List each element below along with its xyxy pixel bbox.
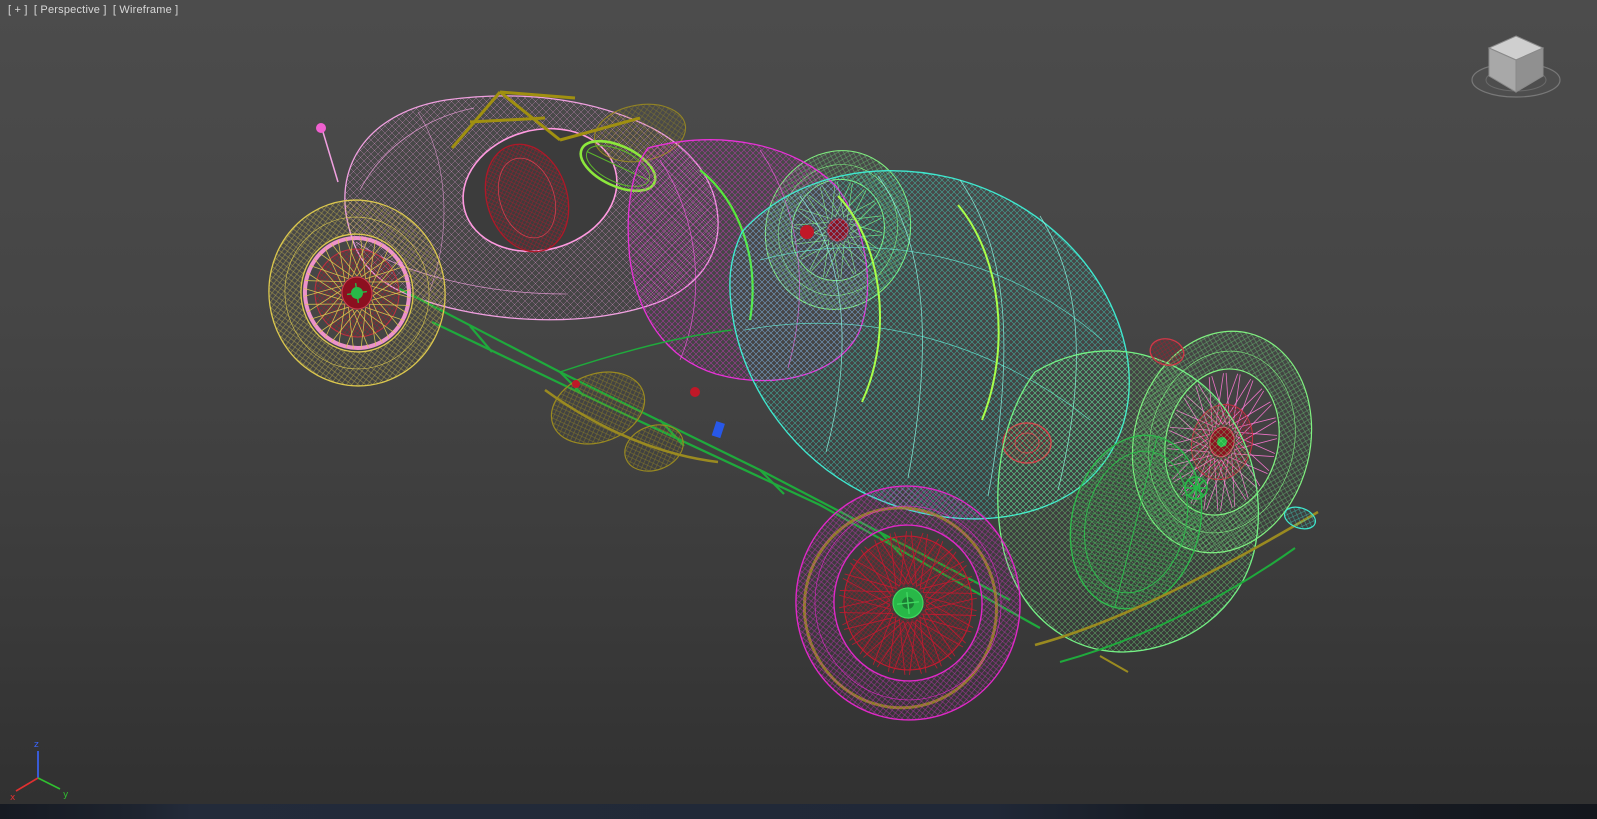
scene-canvas[interactable]	[0, 0, 1597, 819]
axis-x-label: x	[10, 793, 16, 803]
world-axis-tripod: z x y	[10, 740, 69, 803]
viewport-general-menu[interactable]: [ + ]	[8, 4, 28, 16]
viewport-label: [ + ] [ Perspective ] [ Wireframe ]	[8, 4, 181, 16]
axis-z-label: z	[34, 740, 39, 750]
bottom-taskbar-strip	[0, 804, 1597, 819]
car-front-cowl[interactable]	[997, 336, 1260, 653]
viewcube[interactable]	[1461, 18, 1571, 108]
viewport-shading-menu[interactable]: [ Wireframe ]	[113, 4, 179, 16]
viewport-3d[interactable]: [ + ] [ Perspective ] [ Wireframe ] z x …	[0, 0, 1597, 819]
axis-y-label: y	[63, 790, 69, 800]
viewport-pov-menu[interactable]: [ Perspective ]	[34, 4, 107, 16]
